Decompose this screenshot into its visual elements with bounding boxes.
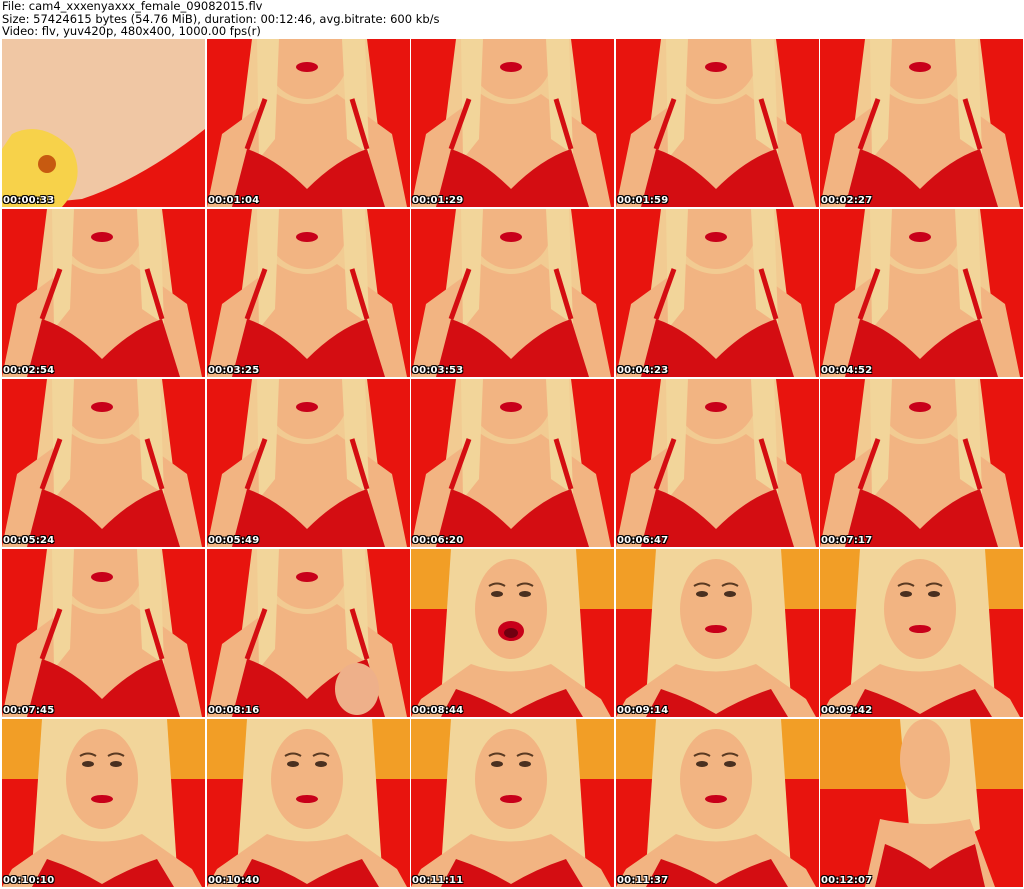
- thumbnail-frame-image: [2, 549, 205, 717]
- thumbnail-timestamp: 00:06:47: [617, 535, 669, 546]
- thumbnail-timestamp: 00:10:10: [3, 875, 55, 886]
- video-thumbnail: 00:12:07: [820, 719, 1023, 887]
- video-thumbnail: 00:11:11: [411, 719, 614, 887]
- thumbnail-frame-image: [820, 209, 1023, 377]
- thumbnail-timestamp: 00:08:44: [412, 705, 464, 716]
- thumbnail-timestamp: 00:10:40: [208, 875, 260, 886]
- thumbnail-frame-image: [820, 549, 1023, 717]
- video-thumbnail: 00:02:27: [820, 39, 1023, 207]
- thumbnail-timestamp: 00:02:54: [3, 365, 55, 376]
- thumbnail-frame-image: [616, 379, 819, 547]
- thumbnail-timestamp: 00:01:29: [412, 195, 464, 206]
- video-thumbnail: 00:09:42: [820, 549, 1023, 717]
- thumbnail-frame-image: [2, 379, 205, 547]
- thumbnail-frame-image: [820, 39, 1023, 207]
- video-thumbnail: 00:00:33: [2, 39, 205, 207]
- thumbnail-timestamp: 00:01:59: [617, 195, 669, 206]
- thumbnail-frame-image: [820, 719, 1023, 887]
- video-thumbnail: 00:09:14: [616, 549, 819, 717]
- thumbnail-timestamp: 00:05:24: [3, 535, 55, 546]
- video-thumbnail: 00:05:49: [207, 379, 410, 547]
- thumbnail-frame-image: [207, 379, 410, 547]
- thumbnail-timestamp: 00:05:49: [208, 535, 260, 546]
- thumbnail-frame-image: [820, 379, 1023, 547]
- video-info-line: Video: flv, yuv420p, 480x400, 1000.00 fp…: [2, 24, 261, 38]
- video-thumbnail: 00:06:47: [616, 379, 819, 547]
- thumbnail-frame-image: [2, 209, 205, 377]
- thumbnail-timestamp: 00:03:53: [412, 365, 464, 376]
- thumbnail-frame-image: [411, 549, 614, 717]
- thumbnail-frame-image: [207, 209, 410, 377]
- video-thumbnail: 00:02:54: [2, 209, 205, 377]
- video-thumbnail: 00:04:23: [616, 209, 819, 377]
- thumbnail-frame-image: [207, 39, 410, 207]
- video-thumbnail: 00:11:37: [616, 719, 819, 887]
- thumbnail-timestamp: 00:04:23: [617, 365, 669, 376]
- thumbnail-timestamp: 00:08:16: [208, 705, 260, 716]
- thumbnail-timestamp: 00:07:45: [3, 705, 55, 716]
- video-thumbnail: 00:10:40: [207, 719, 410, 887]
- file-name-line: File: cam4_xxxenyaxxx_female_09082015.fl…: [2, 0, 263, 13]
- video-thumbnail: 00:07:45: [2, 549, 205, 717]
- video-thumbnail: 00:03:53: [411, 209, 614, 377]
- thumbnail-timestamp: 00:01:04: [208, 195, 260, 206]
- thumbnail-timestamp: 00:09:14: [617, 705, 669, 716]
- thumbnail-timestamp: 00:02:27: [821, 195, 873, 206]
- thumbnail-frame-image: [411, 719, 614, 887]
- video-thumbnail: 00:01:29: [411, 39, 614, 207]
- video-thumbnail: 00:08:44: [411, 549, 614, 717]
- thumbnail-frame-image: [207, 549, 410, 717]
- thumbnail-timestamp: 00:04:52: [821, 365, 873, 376]
- video-thumbnail: 00:01:59: [616, 39, 819, 207]
- thumbnail-timestamp: 00:07:17: [821, 535, 873, 546]
- video-thumbnail: 00:06:20: [411, 379, 614, 547]
- thumbnail-frame-image: [411, 209, 614, 377]
- video-thumbnail: 00:05:24: [2, 379, 205, 547]
- thumbnail-frame-image: [616, 719, 819, 887]
- thumbnail-frame-image: [616, 209, 819, 377]
- video-thumbnail: 00:10:10: [2, 719, 205, 887]
- thumbnail-grid: 00:00:33 00:01:04 00:01:29 00:01:59 00:02:27…: [2, 39, 1023, 889]
- video-thumbnail: 00:07:17: [820, 379, 1023, 547]
- video-thumbnail: 00:04:52: [820, 209, 1023, 377]
- thumbnail-timestamp: 00:03:25: [208, 365, 260, 376]
- video-thumbnail: 00:03:25: [207, 209, 410, 377]
- thumbnail-timestamp: 00:11:11: [412, 875, 464, 886]
- thumbnail-frame-image: [616, 549, 819, 717]
- video-thumbnail: 00:08:16: [207, 549, 410, 717]
- thumbnail-frame-image: [411, 379, 614, 547]
- thumbnail-timestamp: 00:00:33: [3, 195, 55, 206]
- thumbnail-frame-image: [2, 39, 205, 207]
- thumbnail-timestamp: 00:09:42: [821, 705, 873, 716]
- contact-sheet-header: File: cam4_xxxenyaxxx_female_09082015.fl…: [2, 0, 1022, 38]
- thumbnail-frame-image: [411, 39, 614, 207]
- thumbnail-frame-image: [207, 719, 410, 887]
- thumbnail-frame-image: [2, 719, 205, 887]
- thumbnail-frame-image: [616, 39, 819, 207]
- thumbnail-timestamp: 00:06:20: [412, 535, 464, 546]
- thumbnail-timestamp: 00:12:07: [821, 875, 873, 886]
- video-thumbnail: 00:01:04: [207, 39, 410, 207]
- thumbnail-timestamp: 00:11:37: [617, 875, 669, 886]
